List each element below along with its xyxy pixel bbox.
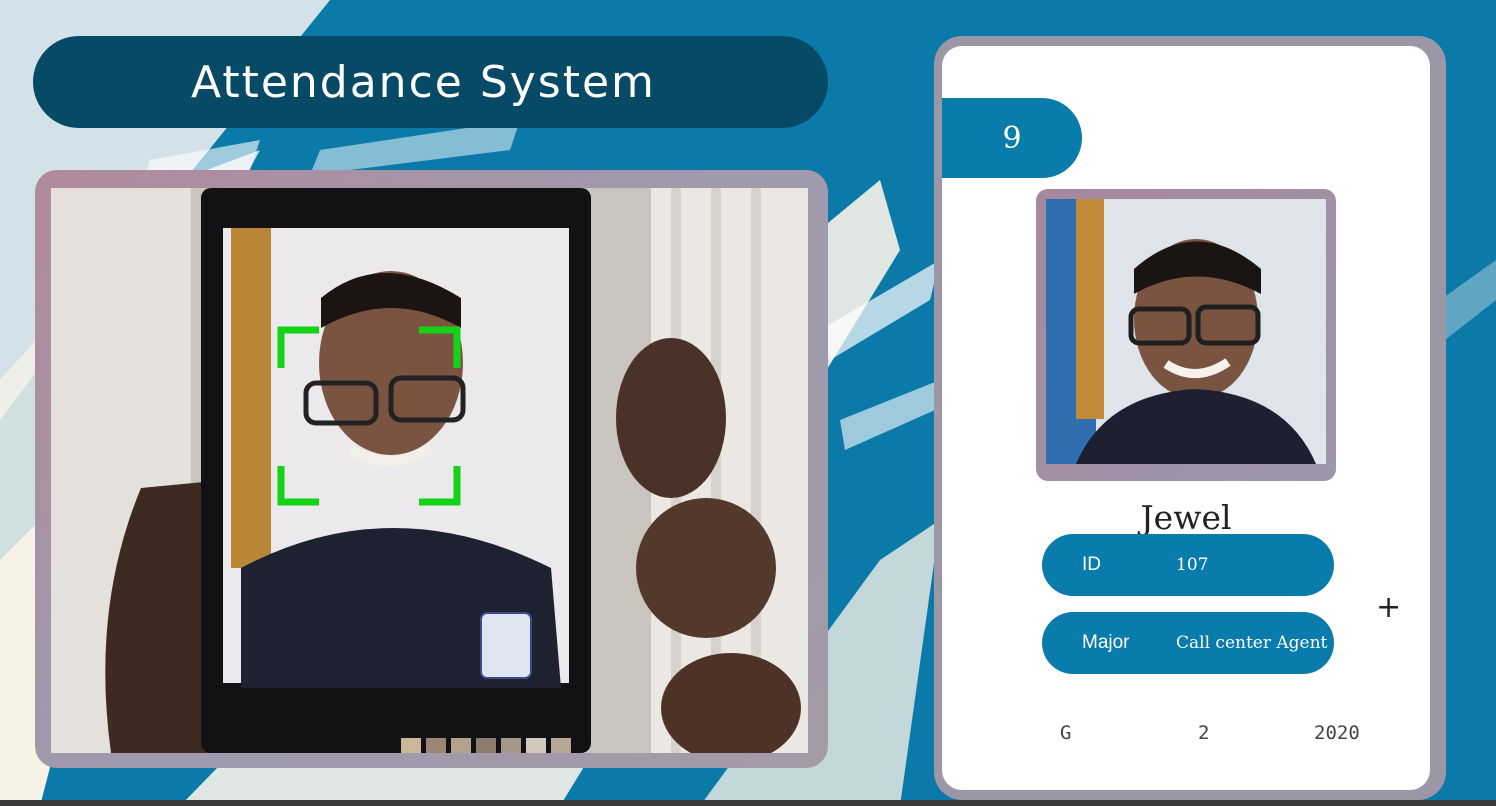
app-title: Attendance System — [191, 56, 656, 108]
total-attendance-badge: 9 — [942, 98, 1082, 178]
student-info-card: 9 Jewel ID 107 Major Call center Agent +… — [934, 36, 1446, 800]
starting-year-value: 2020 — [1314, 722, 1360, 744]
student-major-pill: Major Call center Agent — [1042, 612, 1334, 674]
student-info-panel: 9 Jewel ID 107 Major Call center Agent +… — [942, 46, 1430, 790]
webcam-feed — [51, 188, 808, 753]
major-value: Call center Agent — [1176, 633, 1328, 653]
app-title-bar: Attendance System — [33, 36, 828, 128]
total-attendance-value: 9 — [1002, 120, 1022, 156]
standing-value: G — [1060, 722, 1072, 744]
camera-frame — [35, 170, 828, 768]
major-label: Major — [1082, 632, 1130, 653]
bottom-edge — [0, 800, 1496, 806]
year-value: 2 — [1198, 722, 1210, 744]
student-id-pill: ID 107 — [1042, 534, 1334, 596]
plus-icon: + — [1376, 590, 1402, 625]
id-label: ID — [1082, 554, 1101, 575]
webcam-image — [51, 188, 808, 753]
student-photo-frame — [1036, 189, 1336, 481]
id-value: 107 — [1176, 555, 1209, 575]
student-photo — [1046, 199, 1326, 464]
student-name: Jewel — [1140, 498, 1232, 537]
